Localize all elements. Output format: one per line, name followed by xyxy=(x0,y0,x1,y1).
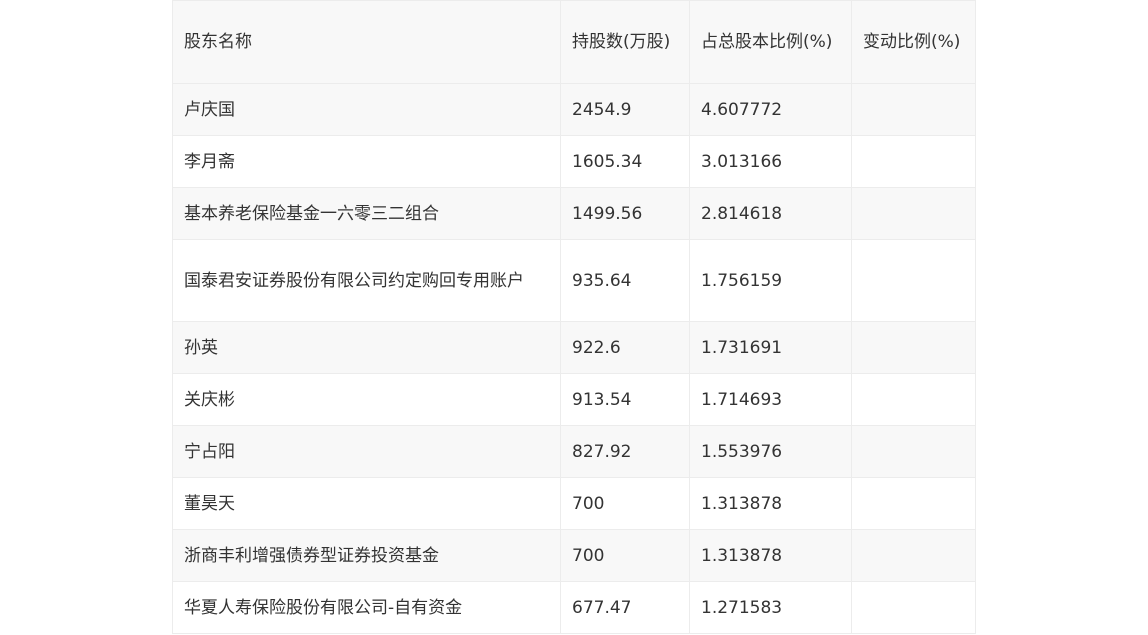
header-row: 股东名称 持股数(万股) 占总股本比例(%) 变动比例(%) xyxy=(172,0,976,84)
cell-change xyxy=(851,529,976,582)
table-row: 李月斋 1605.34 3.013166 xyxy=(172,135,976,188)
table-body: 卢庆国 2454.9 4.607772 李月斋 1605.34 3.013166… xyxy=(172,83,976,634)
cell-shares: 913.54 xyxy=(560,373,690,426)
table-row: 宁占阳 827.92 1.553976 xyxy=(172,425,976,478)
cell-change xyxy=(851,581,976,634)
table-row: 卢庆国 2454.9 4.607772 xyxy=(172,83,976,136)
cell-name: 华夏人寿保险股份有限公司-自有资金 xyxy=(172,581,561,634)
table-row: 华夏人寿保险股份有限公司-自有资金 677.47 1.271583 xyxy=(172,581,976,634)
cell-change xyxy=(851,477,976,530)
cell-change xyxy=(851,187,976,240)
cell-shares: 922.6 xyxy=(560,321,690,374)
cell-change xyxy=(851,135,976,188)
table-header: 股东名称 持股数(万股) 占总股本比例(%) 变动比例(%) xyxy=(172,0,976,84)
cell-change xyxy=(851,83,976,136)
cell-shares: 677.47 xyxy=(560,581,690,634)
table-row: 关庆彬 913.54 1.714693 xyxy=(172,373,976,426)
cell-name: 关庆彬 xyxy=(172,373,561,426)
table-row: 董昊天 700 1.313878 xyxy=(172,477,976,530)
cell-name: 孙英 xyxy=(172,321,561,374)
header-change: 变动比例(%) xyxy=(851,0,976,84)
cell-shares: 827.92 xyxy=(560,425,690,478)
shareholder-table: 股东名称 持股数(万股) 占总股本比例(%) 变动比例(%) 卢庆国 2454.… xyxy=(172,0,976,634)
cell-ratio: 1.553976 xyxy=(689,425,852,478)
cell-ratio: 4.607772 xyxy=(689,83,852,136)
shareholder-table-container: 股东名称 持股数(万股) 占总股本比例(%) 变动比例(%) 卢庆国 2454.… xyxy=(172,0,976,634)
cell-shares: 1605.34 xyxy=(560,135,690,188)
header-ratio: 占总股本比例(%) xyxy=(689,0,852,84)
cell-shares: 935.64 xyxy=(560,239,690,322)
cell-shares: 700 xyxy=(560,529,690,582)
table-row: 国泰君安证券股份有限公司约定购回专用账户 935.64 1.756159 xyxy=(172,239,976,322)
cell-ratio: 2.814618 xyxy=(689,187,852,240)
cell-ratio: 1.756159 xyxy=(689,239,852,322)
cell-ratio: 1.731691 xyxy=(689,321,852,374)
cell-shares: 2454.9 xyxy=(560,83,690,136)
cell-name: 李月斋 xyxy=(172,135,561,188)
cell-ratio: 1.313878 xyxy=(689,529,852,582)
cell-name: 基本养老保险基金一六零三二组合 xyxy=(172,187,561,240)
cell-ratio: 3.013166 xyxy=(689,135,852,188)
cell-name: 董昊天 xyxy=(172,477,561,530)
cell-name: 宁占阳 xyxy=(172,425,561,478)
cell-change xyxy=(851,373,976,426)
cell-name: 卢庆国 xyxy=(172,83,561,136)
header-shares: 持股数(万股) xyxy=(560,0,690,84)
cell-name: 浙商丰利增强债券型证券投资基金 xyxy=(172,529,561,582)
table-row: 基本养老保险基金一六零三二组合 1499.56 2.814618 xyxy=(172,187,976,240)
cell-ratio: 1.271583 xyxy=(689,581,852,634)
cell-change xyxy=(851,321,976,374)
cell-ratio: 1.714693 xyxy=(689,373,852,426)
table-row: 浙商丰利增强债券型证券投资基金 700 1.313878 xyxy=(172,529,976,582)
cell-change xyxy=(851,425,976,478)
cell-ratio: 1.313878 xyxy=(689,477,852,530)
cell-name: 国泰君安证券股份有限公司约定购回专用账户 xyxy=(172,239,561,322)
header-shareholder-name: 股东名称 xyxy=(172,0,561,84)
cell-change xyxy=(851,239,976,322)
table-row: 孙英 922.6 1.731691 xyxy=(172,321,976,374)
cell-shares: 700 xyxy=(560,477,690,530)
cell-shares: 1499.56 xyxy=(560,187,690,240)
